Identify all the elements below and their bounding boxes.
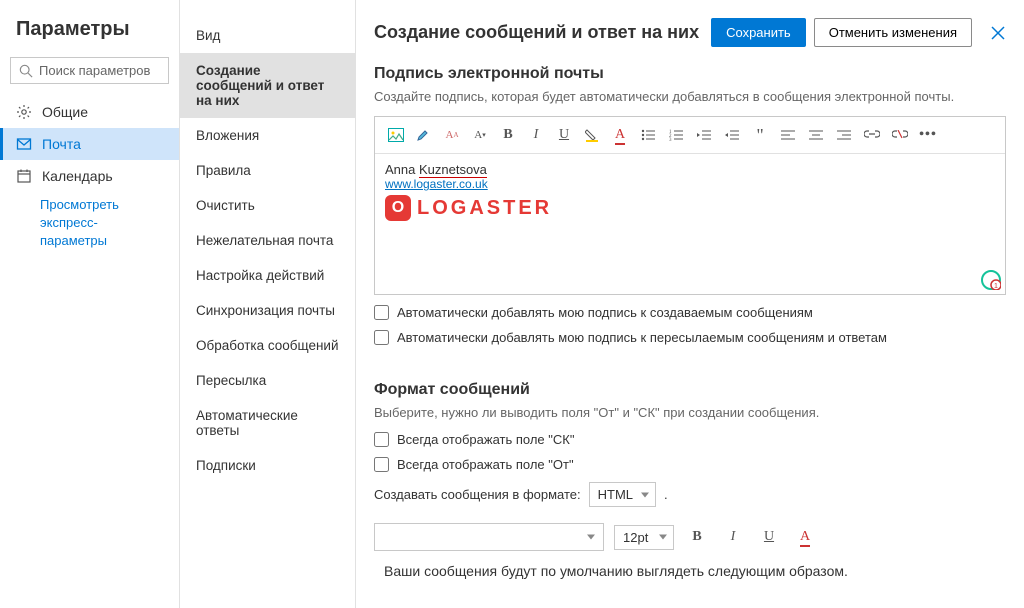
highlighter-icon[interactable] bbox=[411, 123, 437, 147]
indent-icon[interactable] bbox=[719, 123, 745, 147]
subnav-junk[interactable]: Нежелательная почта bbox=[180, 223, 355, 258]
nav-general[interactable]: Общие bbox=[0, 96, 179, 128]
mail-icon bbox=[16, 136, 32, 152]
close-icon[interactable] bbox=[990, 25, 1006, 41]
subnav-sweep[interactable]: Очистить bbox=[180, 188, 355, 223]
checkbox-bcc[interactable]: Всегда отображать поле "СК" bbox=[374, 432, 1006, 447]
highlight-color-icon[interactable] bbox=[579, 123, 605, 147]
settings-title: Параметры bbox=[0, 18, 179, 57]
express-settings-link[interactable]: Просмотреть экспресс-параметры bbox=[40, 197, 119, 248]
editor-content[interactable]: Anna Kuznetsova www.logaster.co.uk O LOG… bbox=[375, 154, 1005, 294]
preview-italic-icon[interactable]: I bbox=[720, 525, 746, 549]
logo-text: LOGASTER bbox=[417, 197, 552, 220]
preview-bold-icon[interactable]: B bbox=[684, 525, 710, 549]
signature-logo: O LOGASTER bbox=[385, 195, 995, 221]
bold-icon[interactable]: B bbox=[495, 123, 521, 147]
font-size-select[interactable]: 12pt bbox=[614, 525, 674, 550]
checkbox-auto-new[interactable]: Автоматически добавлять мою подпись к со… bbox=[374, 305, 1006, 320]
subnav-attachments[interactable]: Вложения bbox=[180, 118, 355, 153]
nav-label: Общие bbox=[42, 104, 88, 120]
font-family-select[interactable] bbox=[374, 523, 604, 551]
format-section-title: Формат сообщений bbox=[374, 381, 1006, 399]
page-title: Создание сообщений и ответ на них bbox=[374, 22, 703, 43]
preview-font-color-icon[interactable]: A bbox=[792, 525, 818, 549]
subnav-rules[interactable]: Правила bbox=[180, 153, 355, 188]
grammarly-icon[interactable]: 1 bbox=[981, 270, 1001, 290]
font-color-icon[interactable]: A bbox=[607, 123, 633, 147]
search-placeholder: Поиск параметров bbox=[39, 63, 150, 78]
italic-icon[interactable]: I bbox=[523, 123, 549, 147]
outdent-icon[interactable] bbox=[691, 123, 717, 147]
gear-icon bbox=[16, 104, 32, 120]
signature-url[interactable]: www.logaster.co.uk bbox=[385, 177, 488, 191]
font-family-icon[interactable]: AA bbox=[439, 123, 465, 147]
signature-name: Anna Kuznetsova bbox=[385, 162, 995, 177]
signature-section-desc: Создайте подпись, которая будет автомати… bbox=[374, 89, 1006, 104]
underline-icon[interactable]: U bbox=[551, 123, 577, 147]
search-input[interactable]: Поиск параметров bbox=[10, 57, 169, 84]
subnav-message-handling[interactable]: Обработка сообщений bbox=[180, 328, 355, 363]
subnav-view[interactable]: Вид bbox=[180, 18, 355, 53]
quote-icon[interactable]: " bbox=[747, 123, 773, 147]
nav-calendar[interactable]: Календарь bbox=[0, 160, 179, 192]
subnav: Вид Создание сообщений и ответ на них Вл… bbox=[180, 0, 356, 608]
align-left-icon[interactable] bbox=[775, 123, 801, 147]
subnav-autoreply[interactable]: Автоматические ответы bbox=[180, 398, 355, 448]
align-right-icon[interactable] bbox=[831, 123, 857, 147]
font-size-icon[interactable]: A▾ bbox=[467, 123, 493, 147]
unlink-icon[interactable] bbox=[887, 123, 913, 147]
subnav-forwarding[interactable]: Пересылка bbox=[180, 363, 355, 398]
compose-format-label: Создавать сообщения в формате: bbox=[374, 487, 581, 502]
signature-editor: AA A▾ B I U A 123 " ••• Anna Kuzn bbox=[374, 116, 1006, 295]
nav-mail[interactable]: Почта bbox=[0, 128, 179, 160]
svg-text:3: 3 bbox=[669, 138, 672, 141]
subnav-subscriptions[interactable]: Подписки bbox=[180, 448, 355, 483]
link-icon[interactable] bbox=[859, 123, 885, 147]
subnav-actions[interactable]: Настройка действий bbox=[180, 258, 355, 293]
nav-label: Календарь bbox=[42, 168, 113, 184]
subnav-sync[interactable]: Синхронизация почты bbox=[180, 293, 355, 328]
bullet-list-icon[interactable] bbox=[635, 123, 661, 147]
svg-text:1: 1 bbox=[994, 283, 998, 290]
compose-format-select[interactable]: HTML bbox=[589, 482, 656, 507]
nav-label: Почта bbox=[42, 136, 81, 152]
image-icon[interactable] bbox=[383, 123, 409, 147]
format-section-desc: Выберите, нужно ли выводить поля "От" и … bbox=[374, 405, 1006, 420]
subnav-compose-reply[interactable]: Создание сообщений и ответ на них bbox=[180, 53, 355, 118]
checkbox-from[interactable]: Всегда отображать поле "От" bbox=[374, 457, 1006, 472]
preview-text: Ваши сообщения будут по умолчанию выгляд… bbox=[374, 563, 1006, 579]
logo-badge-icon: O bbox=[385, 195, 411, 221]
align-center-icon[interactable] bbox=[803, 123, 829, 147]
preview-underline-icon[interactable]: U bbox=[756, 525, 782, 549]
number-list-icon[interactable]: 123 bbox=[663, 123, 689, 147]
search-icon bbox=[19, 64, 33, 78]
cancel-button[interactable]: Отменить изменения bbox=[814, 18, 972, 47]
save-button[interactable]: Сохранить bbox=[711, 18, 806, 47]
editor-toolbar: AA A▾ B I U A 123 " ••• bbox=[375, 117, 1005, 154]
calendar-icon bbox=[16, 168, 32, 184]
more-icon[interactable]: ••• bbox=[915, 123, 941, 147]
checkbox-auto-reply[interactable]: Автоматически добавлять мою подпись к пе… bbox=[374, 330, 1006, 345]
signature-section-title: Подпись электронной почты bbox=[374, 65, 1006, 83]
